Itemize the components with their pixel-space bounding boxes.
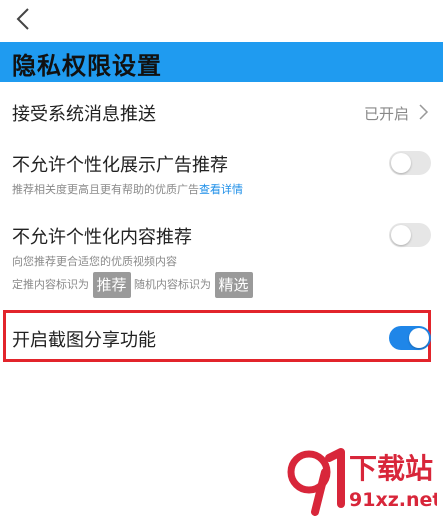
ads-setting-label: 不允许个性化展示广告推荐 [12,155,228,176]
content-description: 向您推荐更合适您的优质视频内容 [12,255,177,268]
screenshot-share-toggle[interactable] [389,326,431,350]
top-bar [0,0,443,42]
watermark-logo: 下载站 91xz.net [287,448,437,516]
content-toggle[interactable] [389,223,431,247]
view-details-link[interactable]: 查看详情 [199,183,243,196]
chevron-left-icon[interactable] [10,4,36,34]
tag-prefix-featured: 随机内容标识为 [134,278,212,291]
toggle-knob [409,328,429,348]
toggle-knob [391,153,411,173]
push-status[interactable]: 已开启 [364,103,409,124]
page-title: 隐私权限设置 [12,52,162,80]
push-setting-label[interactable]: 接受系统消息推送 [12,100,156,126]
tag-recommend: 推荐 [92,272,131,298]
toggle-knob [391,225,411,245]
content-tag-line: 定推内容标识为 推荐 随机内容标识为 精选 [12,272,253,298]
screenshot-share-label: 开启截图分享功能 [12,330,156,351]
page-banner: 隐私权限设置 [0,42,443,82]
tag-featured: 精选 [214,272,253,298]
watermark-text: 下载站 [349,452,433,485]
ads-desc-text: 推荐相关度更高且更有帮助的优质广告 [12,183,199,196]
tag-prefix-recommend: 定推内容标识为 [12,278,89,291]
content-setting-label: 不允许个性化内容推荐 [12,227,192,248]
ads-toggle[interactable] [389,151,431,175]
watermark-logo-mark [287,448,345,516]
chevron-right-icon[interactable] [417,103,429,121]
ads-description: 推荐相关度更高且更有帮助的优质广告查看详情 [12,181,243,197]
watermark-url: 91xz.net [349,489,437,511]
